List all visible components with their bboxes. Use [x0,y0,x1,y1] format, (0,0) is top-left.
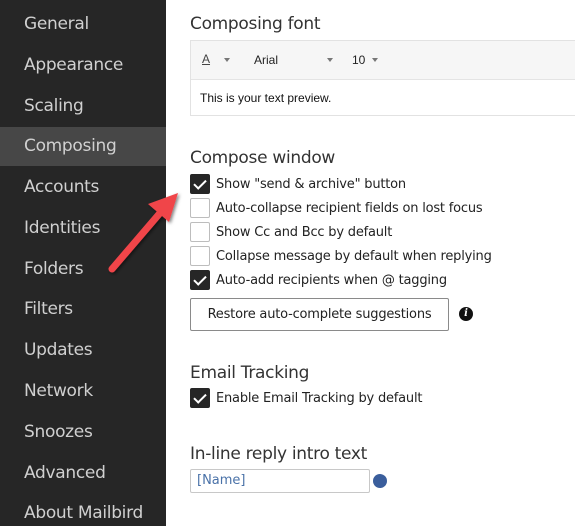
sidebar-item-advanced[interactable]: Advanced [0,454,166,493]
checkbox[interactable] [190,270,210,290]
option-collapse-message-replying[interactable]: Collapse message by default when replyin… [190,246,492,266]
option-label: Enable Email Tracking by default [216,390,423,406]
checkbox[interactable] [190,388,210,408]
settings-sidebar: General Appearance Scaling Composing Acc… [0,0,166,526]
text-preview[interactable]: This is your text preview. [200,91,331,105]
checkbox[interactable] [190,198,210,218]
settings-content: Composing font A Arial 10 This is your t… [166,0,575,526]
font-size-caret-icon[interactable] [372,58,378,62]
text-color-dropdown-caret-icon[interactable] [224,58,230,62]
checkbox[interactable] [190,246,210,266]
option-label: Auto-collapse recipient fields on lost f… [216,200,483,216]
option-auto-add-recipients[interactable]: Auto-add recipients when @ tagging [190,270,447,290]
composing-font-heading: Composing font [190,14,321,34]
sidebar-item-general[interactable]: General [0,5,166,44]
sidebar-item-network[interactable]: Network [0,372,166,411]
checkbox[interactable] [190,174,210,194]
email-tracking-heading: Email Tracking [190,363,310,383]
inline-reply-intro-input[interactable]: [Name] [190,469,370,493]
option-label: Show Cc and Bcc by default [216,224,393,240]
restore-autocomplete-button[interactable]: Restore auto-complete suggestions [190,298,449,331]
option-enable-email-tracking[interactable]: Enable Email Tracking by default [190,388,422,408]
sidebar-item-folders[interactable]: Folders [0,250,166,289]
sidebar-item-scaling[interactable]: Scaling [0,87,166,126]
option-show-cc-bcc[interactable]: Show Cc and Bcc by default [190,222,392,242]
inline-reply-heading: In-line reply intro text [190,444,367,464]
sidebar-item-filters[interactable]: Filters [0,290,166,329]
option-label: Show "send & archive" button [216,176,406,192]
sidebar-item-updates[interactable]: Updates [0,331,166,370]
sidebar-item-composing[interactable]: Composing [0,127,166,166]
insert-token-dot-icon[interactable] [373,474,387,488]
font-editor: A Arial 10 This is your text preview. [190,40,575,116]
text-color-icon[interactable]: A [202,52,210,66]
sidebar-item-appearance[interactable]: Appearance [0,46,166,85]
option-label: Collapse message by default when replyin… [216,248,492,264]
font-toolbar: A Arial 10 [191,41,575,80]
sidebar-item-identities[interactable]: Identities [0,209,166,248]
sidebar-item-accounts[interactable]: Accounts [0,168,166,207]
sidebar-item-about-mailbird[interactable]: About Mailbird [0,494,166,526]
checkbox[interactable] [190,222,210,242]
font-family-select[interactable]: Arial [254,53,278,67]
option-auto-collapse-recipients[interactable]: Auto-collapse recipient fields on lost f… [190,198,483,218]
info-icon[interactable]: i [459,307,473,321]
option-label: Auto-add recipients when @ tagging [216,272,447,288]
option-show-send-archive[interactable]: Show "send & archive" button [190,174,406,194]
font-family-caret-icon[interactable] [327,58,333,62]
font-size-select[interactable]: 10 [352,53,365,67]
sidebar-item-snoozes[interactable]: Snoozes [0,413,166,452]
compose-window-heading: Compose window [190,148,336,168]
